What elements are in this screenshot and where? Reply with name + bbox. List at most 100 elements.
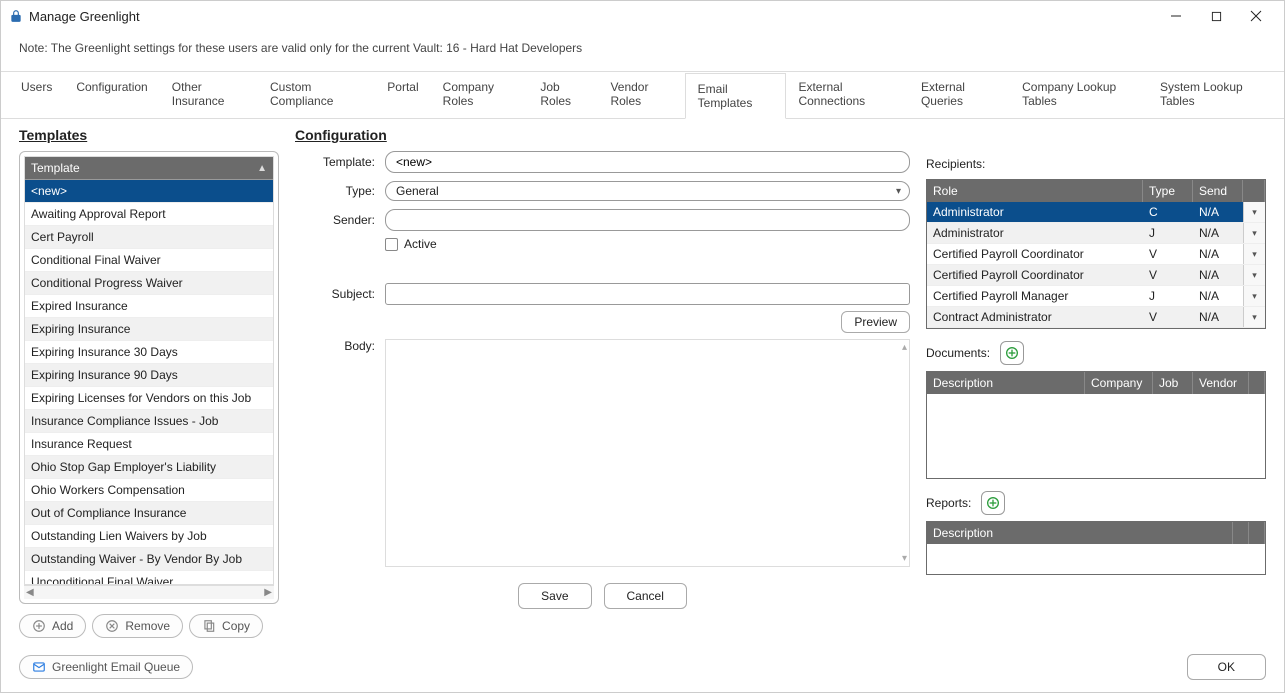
documents-grid: Description Company Job Vendor bbox=[926, 371, 1266, 479]
main-area: Templates Template ▲ <new>Awaiting Appro… bbox=[1, 127, 1284, 646]
sender-label: Sender: bbox=[295, 213, 375, 227]
template-row[interactable]: Cert Payroll bbox=[25, 226, 273, 249]
recipient-row[interactable]: Certified Payroll CoordinatorVN/A▾ bbox=[927, 244, 1265, 265]
reports-col-spacer-1 bbox=[1233, 522, 1249, 544]
documents-col-job[interactable]: Job bbox=[1153, 372, 1193, 394]
template-row[interactable]: Expiring Insurance 90 Days bbox=[25, 364, 273, 387]
recipient-row[interactable]: AdministratorCN/A▾ bbox=[927, 202, 1265, 223]
template-row[interactable]: Expired Insurance bbox=[25, 295, 273, 318]
maximize-button[interactable] bbox=[1196, 1, 1236, 31]
tab-users[interactable]: Users bbox=[9, 72, 64, 118]
recipient-role: Certified Payroll Coordinator bbox=[927, 244, 1143, 264]
recipient-send-dropdown[interactable]: ▾ bbox=[1243, 244, 1265, 264]
recipients-col-type[interactable]: Type bbox=[1143, 180, 1193, 202]
minimize-button[interactable] bbox=[1156, 1, 1196, 31]
recipient-row[interactable]: Certified Payroll ManagerJN/A▾ bbox=[927, 286, 1265, 307]
body-label: Body: bbox=[295, 339, 375, 353]
close-button[interactable] bbox=[1236, 1, 1276, 31]
template-row[interactable]: <new> bbox=[25, 180, 273, 203]
template-row[interactable]: Conditional Final Waiver bbox=[25, 249, 273, 272]
recipient-send-dropdown[interactable]: ▾ bbox=[1243, 307, 1265, 327]
title-bar: Manage Greenlight bbox=[1, 1, 1284, 31]
tab-external-connections[interactable]: External Connections bbox=[786, 72, 908, 118]
recipient-send: N/A bbox=[1193, 286, 1243, 306]
templates-listbox: Template ▲ <new>Awaiting Approval Report… bbox=[19, 151, 279, 604]
reports-body[interactable] bbox=[927, 544, 1265, 574]
tab-vendor-roles[interactable]: Vendor Roles bbox=[598, 72, 684, 118]
tab-email-templates[interactable]: Email Templates bbox=[685, 73, 787, 119]
recipient-type: V bbox=[1143, 307, 1193, 327]
copy-button[interactable]: Copy bbox=[189, 614, 263, 638]
recipients-body[interactable]: AdministratorCN/A▾AdministratorJN/A▾Cert… bbox=[927, 202, 1265, 328]
templates-h-scroll[interactable]: ◀▶ bbox=[24, 585, 274, 599]
tab-company-lookup-tables[interactable]: Company Lookup Tables bbox=[1010, 72, 1148, 118]
tab-job-roles[interactable]: Job Roles bbox=[528, 72, 598, 118]
active-label: Active bbox=[404, 237, 437, 251]
scroll-up-icon[interactable]: ▴ bbox=[902, 342, 907, 353]
recipients-col-role[interactable]: Role bbox=[927, 180, 1143, 202]
recipient-send-dropdown[interactable]: ▾ bbox=[1243, 223, 1265, 243]
template-row[interactable]: Insurance Compliance Issues - Job bbox=[25, 410, 273, 433]
save-button[interactable]: Save bbox=[518, 583, 591, 609]
templates-list-scroll[interactable]: Template ▲ <new>Awaiting Approval Report… bbox=[24, 156, 274, 585]
add-document-button[interactable] bbox=[1000, 341, 1024, 365]
recipients-col-send[interactable]: Send bbox=[1193, 180, 1243, 202]
tab-configuration[interactable]: Configuration bbox=[64, 72, 159, 118]
remove-button-label: Remove bbox=[125, 619, 170, 633]
tab-other-insurance[interactable]: Other Insurance bbox=[160, 72, 258, 118]
scroll-down-icon[interactable]: ▾ bbox=[902, 553, 907, 564]
template-row[interactable]: Ohio Stop Gap Employer's Liability bbox=[25, 456, 273, 479]
tab-custom-compliance[interactable]: Custom Compliance bbox=[258, 72, 375, 118]
templates-column-header[interactable]: Template ▲ bbox=[25, 157, 273, 180]
template-row[interactable]: Insurance Request bbox=[25, 433, 273, 456]
template-row[interactable]: Expiring Licenses for Vendors on this Jo… bbox=[25, 387, 273, 410]
cancel-button[interactable]: Cancel bbox=[604, 583, 687, 609]
remove-button[interactable]: Remove bbox=[92, 614, 183, 638]
add-button-label: Add bbox=[52, 619, 73, 633]
recipient-row[interactable]: Contract AdministratorVN/A▾ bbox=[927, 307, 1265, 328]
active-checkbox[interactable] bbox=[385, 238, 398, 251]
recipient-row[interactable]: Certified Payroll CoordinatorVN/A▾ bbox=[927, 265, 1265, 286]
recipient-row[interactable]: AdministratorJN/A▾ bbox=[927, 223, 1265, 244]
email-queue-button[interactable]: Greenlight Email Queue bbox=[19, 655, 193, 679]
template-row[interactable]: Unconditional Final Waiver bbox=[25, 571, 273, 585]
template-row[interactable]: Outstanding Lien Waivers by Job bbox=[25, 525, 273, 548]
reports-col-description[interactable]: Description bbox=[927, 522, 1233, 544]
recipient-send-dropdown[interactable]: ▾ bbox=[1243, 265, 1265, 285]
recipients-header-row: Role Type Send bbox=[927, 180, 1265, 202]
recipient-type: V bbox=[1143, 265, 1193, 285]
documents-col-company[interactable]: Company bbox=[1085, 372, 1153, 394]
add-button[interactable]: Add bbox=[19, 614, 86, 638]
type-select[interactable]: General ▾ bbox=[385, 181, 910, 201]
documents-body[interactable] bbox=[927, 394, 1265, 478]
preview-button[interactable]: Preview bbox=[841, 311, 910, 333]
template-row[interactable]: Expiring Insurance 30 Days bbox=[25, 341, 273, 364]
template-row[interactable]: Outstanding Waiver - By Vendor By Job bbox=[25, 548, 273, 571]
template-row[interactable]: Conditional Progress Waiver bbox=[25, 272, 273, 295]
tab-system-lookup-tables[interactable]: System Lookup Tables bbox=[1148, 72, 1276, 118]
right-panel: . Recipients: Role Type Send Administrat… bbox=[926, 127, 1266, 638]
tab-portal[interactable]: Portal bbox=[375, 72, 430, 118]
ok-button[interactable]: OK bbox=[1187, 654, 1266, 680]
note-text: Note: The Greenlight settings for these … bbox=[1, 31, 1284, 61]
tab-external-queries[interactable]: External Queries bbox=[909, 72, 1010, 118]
recipient-type: C bbox=[1143, 202, 1193, 222]
tab-company-roles[interactable]: Company Roles bbox=[431, 72, 529, 118]
type-label: Type: bbox=[295, 184, 375, 198]
recipient-send-dropdown[interactable]: ▾ bbox=[1243, 286, 1265, 306]
template-row[interactable]: Expiring Insurance bbox=[25, 318, 273, 341]
sender-field[interactable] bbox=[385, 209, 910, 231]
subject-field[interactable] bbox=[385, 283, 910, 305]
reports-label: Reports: bbox=[926, 496, 971, 510]
recipient-send: N/A bbox=[1193, 244, 1243, 264]
template-row[interactable]: Out of Compliance Insurance bbox=[25, 502, 273, 525]
documents-col-spacer bbox=[1249, 372, 1265, 394]
template-row[interactable]: Awaiting Approval Report bbox=[25, 203, 273, 226]
add-report-button[interactable] bbox=[981, 491, 1005, 515]
recipient-send-dropdown[interactable]: ▾ bbox=[1243, 202, 1265, 222]
template-row[interactable]: Ohio Workers Compensation bbox=[25, 479, 273, 502]
body-textarea[interactable]: ▴ ▾ bbox=[385, 339, 910, 567]
documents-col-vendor[interactable]: Vendor bbox=[1193, 372, 1249, 394]
documents-col-description[interactable]: Description bbox=[927, 372, 1085, 394]
template-field[interactable] bbox=[385, 151, 910, 173]
